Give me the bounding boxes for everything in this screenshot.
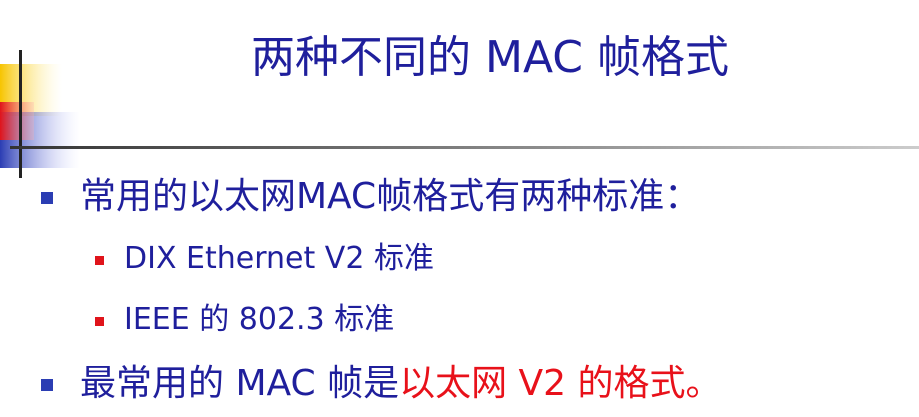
decor-horizontal-line xyxy=(10,146,919,149)
sub-bullet-square-icon xyxy=(95,317,104,326)
bullet-item: 常用的以太网MAC帧格式有两种标准： xyxy=(80,176,701,217)
slide-title: 两种不同的 MAC 帧格式 xyxy=(251,32,729,83)
sub-bullet-item: DIX Ethernet V2 标准 xyxy=(124,241,434,276)
bullet-text: 最常用的 MAC 帧是 xyxy=(80,363,400,404)
decor-red-block xyxy=(0,102,34,140)
sub-bullet-square-icon xyxy=(95,256,104,265)
bullet-square-icon xyxy=(41,192,53,204)
bullet-text-highlight: 以太网 V2 的格式。 xyxy=(399,363,722,404)
sub-bullet-item: IEEE 的 802.3 标准 xyxy=(124,302,395,337)
decor-vertical-line xyxy=(19,50,22,178)
bullet-square-icon xyxy=(41,379,53,391)
title-decoration xyxy=(0,50,919,178)
bullet-item: 最常用的 MAC 帧是以太网 V2 的格式。 xyxy=(80,362,722,406)
